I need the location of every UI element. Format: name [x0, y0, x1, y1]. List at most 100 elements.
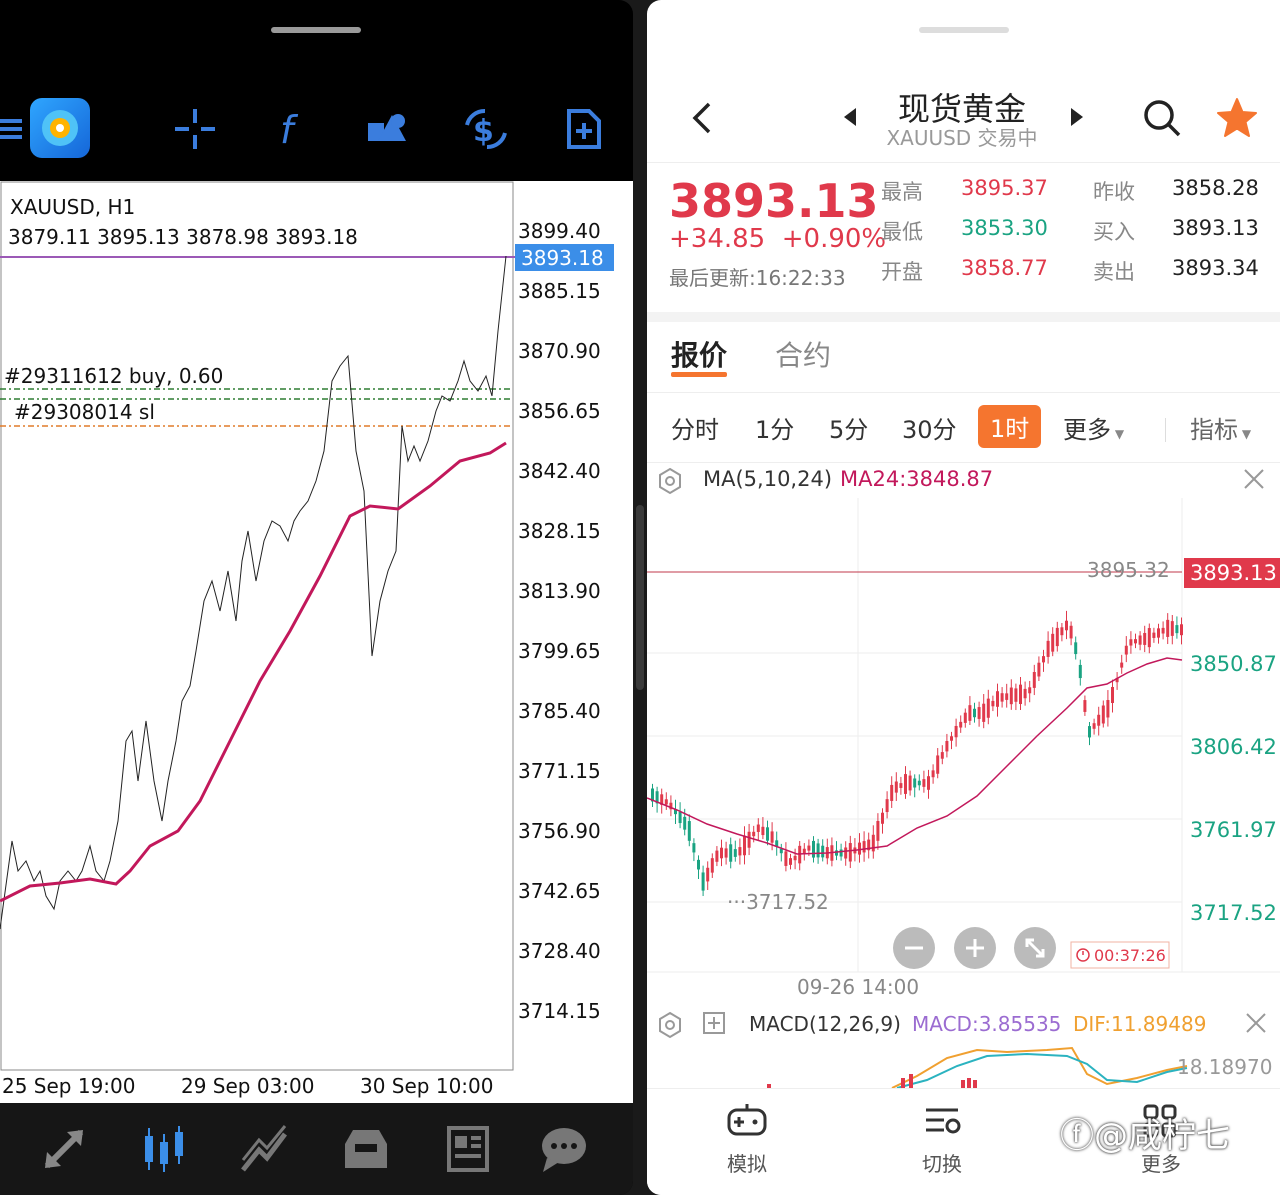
ma24-line [647, 657, 1183, 855]
watermark-logo-icon: ⓕ [1060, 1116, 1094, 1156]
price-axis-labels: 3850.87 3806.42 3761.97 3717.52 [1190, 652, 1277, 925]
split-divider[interactable] [636, 505, 644, 690]
price-axis-tick: 3717.52 [1190, 901, 1277, 925]
candle-body [706, 867, 710, 882]
candle-body [766, 827, 769, 841]
candle-body [821, 845, 825, 858]
app-logo[interactable] [30, 98, 90, 158]
candle-body [844, 847, 848, 859]
fullscreen-button[interactable] [1014, 927, 1056, 969]
buy-order-label[interactable]: #29311612 buy, 0.60 [4, 364, 223, 388]
candle-body [743, 835, 746, 856]
period-1m[interactable]: 1分 [755, 410, 794, 445]
price-axis-tick: 3806.42 [1190, 735, 1277, 759]
messages-icon[interactable] [532, 1117, 596, 1181]
objects-icon[interactable] [358, 96, 418, 162]
sl-order-label[interactable]: #29308014 sl [14, 400, 155, 424]
macd-svg: 18.18970 [767, 1046, 1272, 1089]
ma-legend: MA(5,10,24) MA24:3848.87 [647, 462, 1280, 498]
candle-chart-svg[interactable]: 3895.32 ···3717.52 3893.13 3850.87 3806.4… [647, 498, 1280, 1004]
high-label: 最高 [881, 180, 923, 204]
add-indicator-icon[interactable] [702, 1011, 728, 1041]
period-tick[interactable]: 分时 [671, 410, 719, 445]
candle-body [710, 858, 714, 873]
candle-body [899, 783, 903, 788]
symbol-label: XAUUSD, H1 [10, 195, 135, 219]
nav-simulate[interactable]: 模拟 [697, 1100, 797, 1177]
drag-handle[interactable] [271, 27, 361, 33]
mt-app-panel: f $ XAUUSD, H1 3879.11 3895.13 3878.98 3… [0, 0, 633, 1195]
candle-body [1143, 632, 1147, 645]
price-chart[interactable]: XAUUSD, H1 3879.11 3895.13 3878.98 3893.… [0, 181, 633, 1103]
price-change: +34.85 +0.90% [669, 224, 886, 254]
tab-contract[interactable]: 合约 [775, 334, 831, 374]
ma-label: MA(5,10,24) [703, 467, 833, 491]
candle-body [890, 784, 894, 801]
time-axis-tick: 29 Sep 03:00 [181, 1074, 315, 1098]
favorite-star-icon[interactable] [1215, 96, 1259, 144]
chevron-down-icon: ▼ [1111, 427, 1125, 441]
candle-body [1005, 693, 1009, 700]
close-icon[interactable] [1243, 1010, 1269, 1040]
search-icon[interactable] [1142, 98, 1182, 142]
period-30m[interactable]: 30分 [902, 410, 957, 445]
candle-body [963, 712, 967, 723]
current-price-text: 3893.18 [521, 246, 604, 270]
candle-body [1101, 705, 1105, 724]
crosshair-icon[interactable] [165, 96, 225, 162]
candle-body [1124, 645, 1128, 655]
nav-switch-label: 切换 [922, 1152, 962, 1176]
close-icon[interactable] [1241, 466, 1267, 496]
candle-body [1138, 635, 1142, 645]
price-axis-tick: 3799.65 [518, 639, 601, 663]
quotes-icon[interactable] [32, 1117, 96, 1181]
candle-body [996, 691, 999, 707]
candle-body [835, 850, 838, 856]
tab-quote[interactable]: 报价 [671, 334, 727, 374]
section-separator [647, 312, 1280, 322]
bid-label: 买入 [1093, 220, 1135, 244]
history-icon[interactable] [334, 1117, 398, 1181]
candle-body [908, 775, 912, 791]
chart-icon[interactable] [132, 1117, 196, 1181]
macd-chart[interactable]: 18.18970 [647, 1044, 1280, 1089]
change-percent: +0.90% [781, 224, 887, 254]
zoom-out-button[interactable] [893, 927, 935, 969]
time-axis-labels: 25 Sep 19:00 29 Sep 03:00 30 Sep 10:00 [2, 1074, 494, 1098]
candle-body [894, 781, 898, 793]
watermark-text: @咸柠七 [1094, 1116, 1230, 1156]
last-price: 3893.13 [669, 174, 879, 228]
candle-body [1032, 672, 1036, 688]
candle-body [789, 858, 792, 865]
indicators-icon[interactable]: f [262, 96, 322, 162]
candle-body [1042, 656, 1045, 663]
price-axis-labels: 3899.40 3885.15 3870.90 3856.65 3842.40 3828.… [518, 219, 601, 1023]
zoom-in-button[interactable] [954, 927, 996, 969]
period-more[interactable]: 更多 ▼ [1063, 410, 1124, 445]
trade-icon[interactable]: $ [456, 96, 516, 162]
period-1h[interactable]: 1时 [978, 405, 1042, 448]
nav-switch[interactable]: 切换 [892, 1100, 992, 1177]
next-symbol-icon[interactable] [1069, 106, 1085, 132]
period-5m[interactable]: 5分 [829, 410, 868, 445]
drag-handle[interactable] [919, 27, 1009, 33]
candle-chart[interactable]: 3895.32 ···3717.52 3893.13 3850.87 3806.4… [647, 498, 1280, 1004]
trade-chart-icon[interactable] [232, 1117, 296, 1181]
gamepad-icon [727, 1104, 767, 1136]
indicator-menu[interactable]: 指标 ▼ [1190, 410, 1251, 445]
settings-icon[interactable] [655, 466, 685, 500]
settings-icon[interactable] [655, 1010, 685, 1044]
candle-body [1009, 687, 1013, 705]
new-order-icon[interactable] [553, 96, 613, 162]
line-chart-svg[interactable]: XAUUSD, H1 3879.11 3895.13 3878.98 3893.… [0, 181, 633, 1103]
news-icon[interactable] [436, 1117, 500, 1181]
last-update: 最后更新:16:22:33 [669, 266, 846, 290]
high-mark-label: 3895.32 [1087, 558, 1170, 582]
candle-body [1046, 640, 1050, 657]
ohlc-label: 3879.11 3895.13 3878.98 3893.18 [8, 225, 358, 249]
countdown-timer: 00:37:26 [1094, 946, 1166, 965]
candle-body [1106, 700, 1110, 718]
candle-body [812, 840, 815, 858]
candle-body [945, 740, 949, 752]
back-icon[interactable] [687, 98, 717, 142]
